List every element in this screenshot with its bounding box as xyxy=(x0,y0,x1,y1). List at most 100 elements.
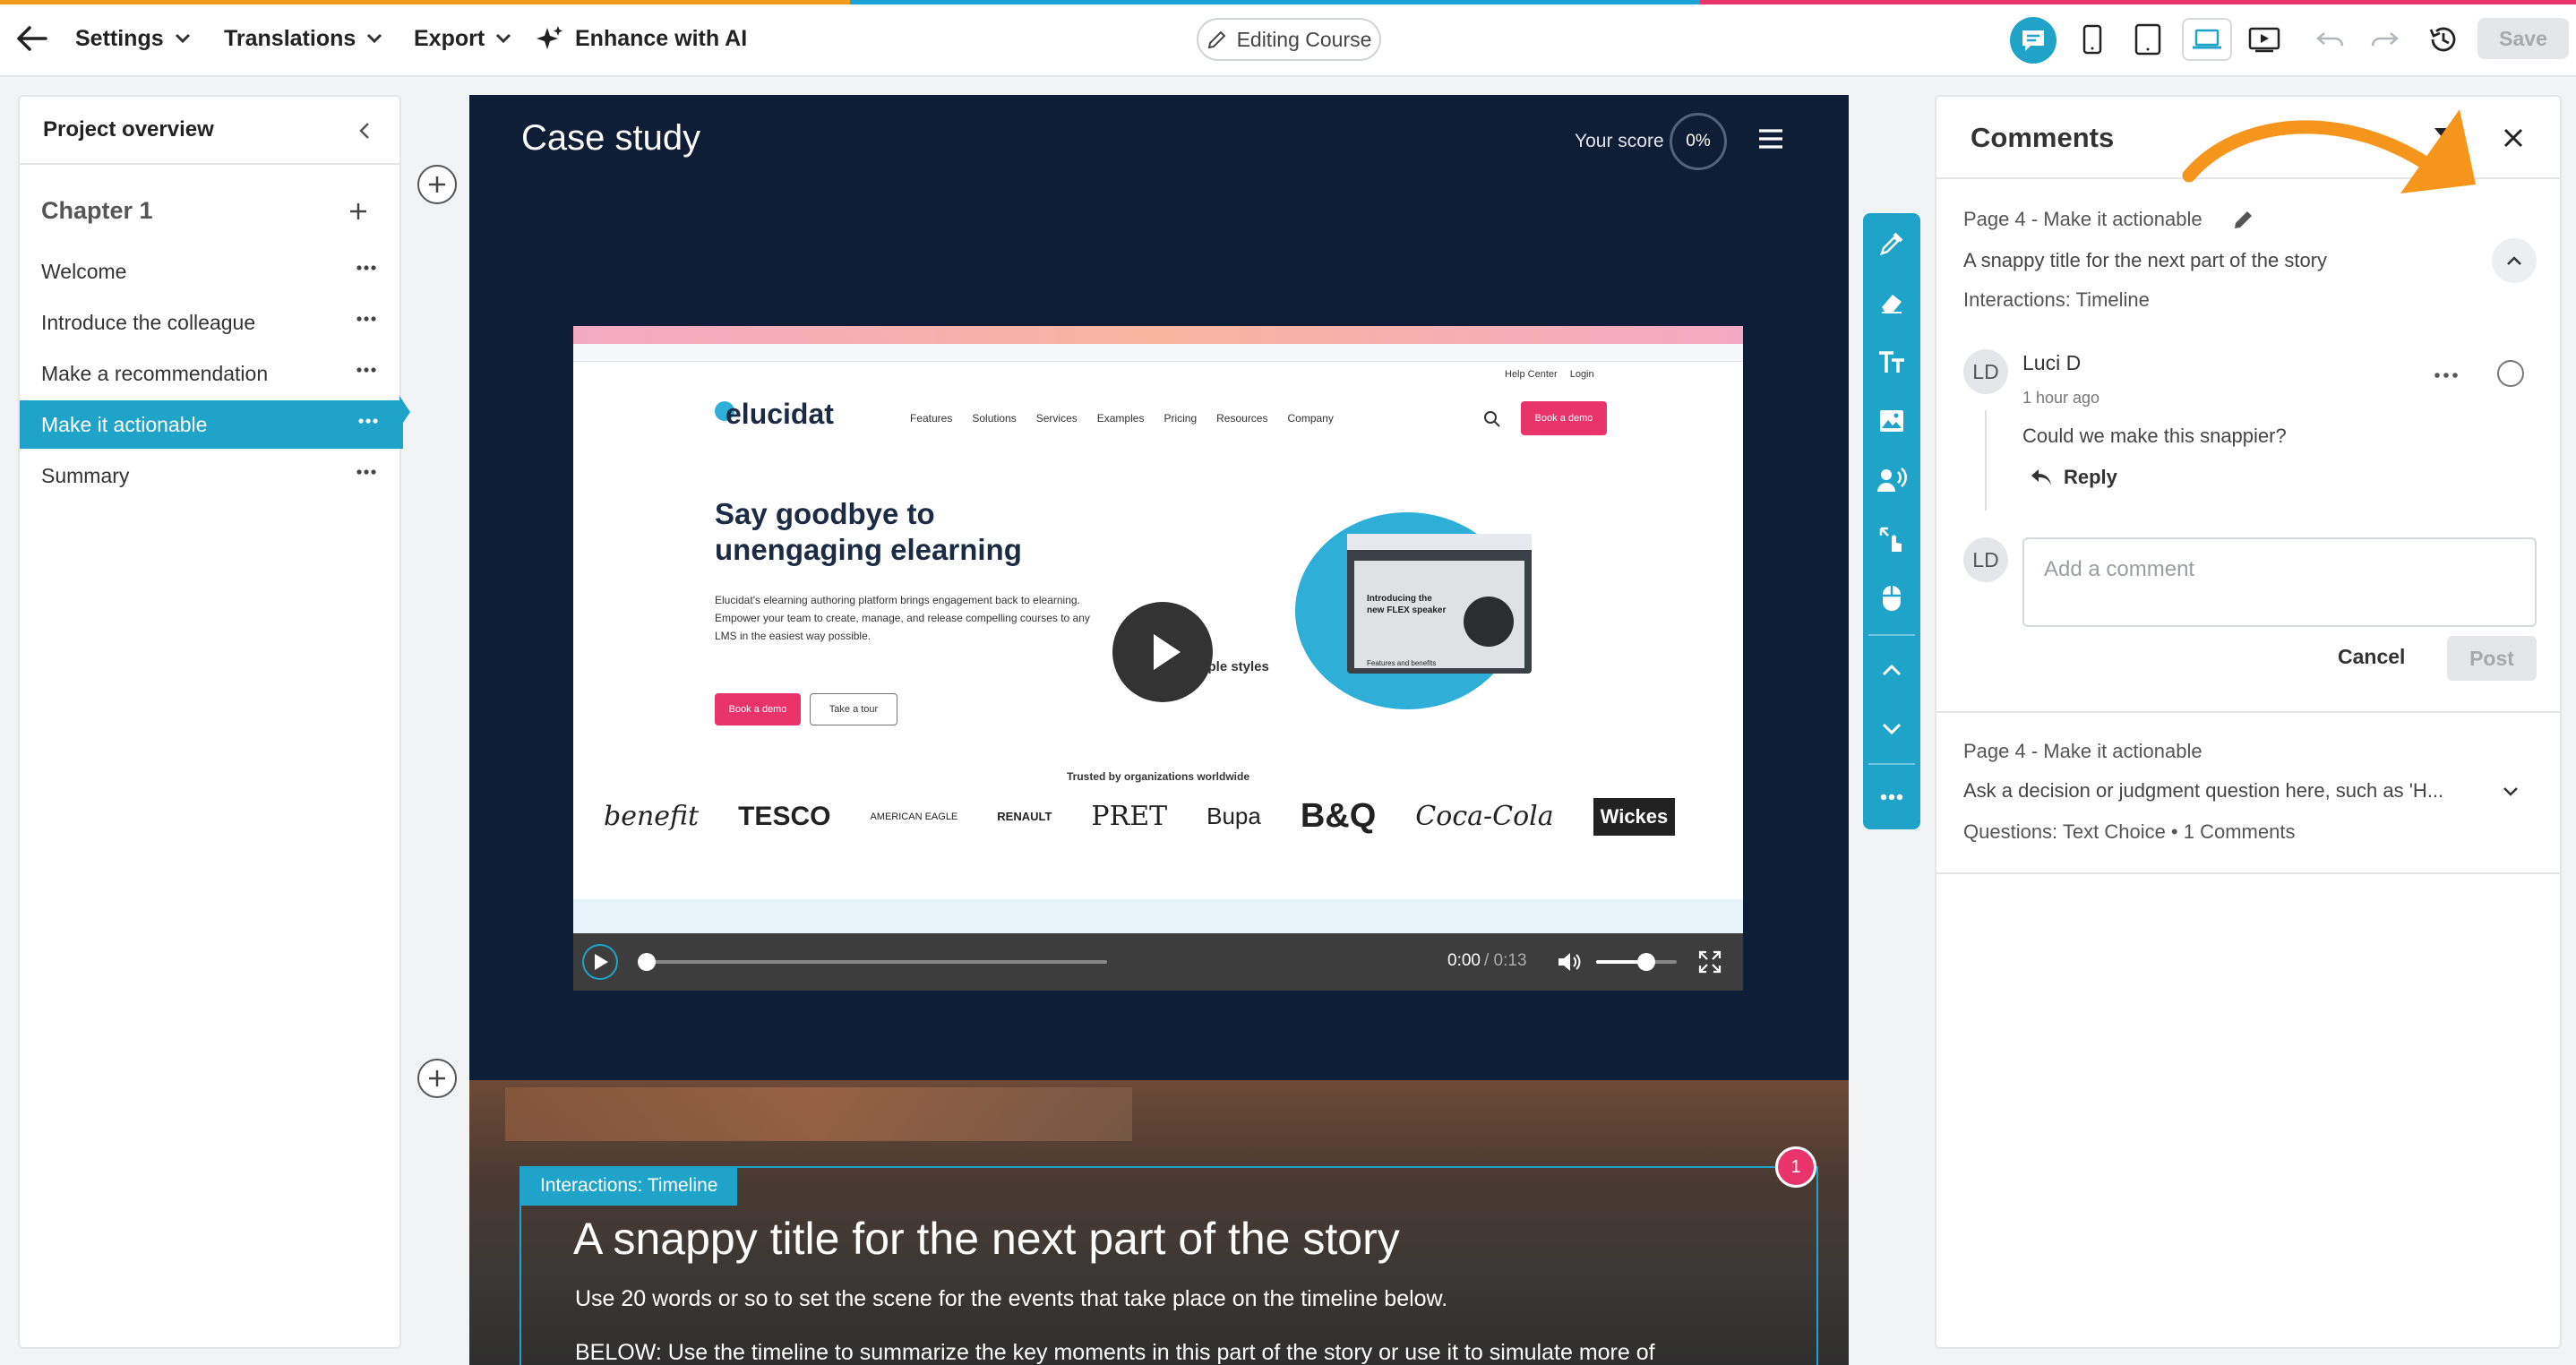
fullscreen-icon[interactable] xyxy=(1698,950,1722,974)
page-item-make-it-actionable[interactable]: Make it actionable xyxy=(20,400,403,449)
thread-divider xyxy=(1936,872,2560,874)
resolve-comment-toggle[interactable] xyxy=(2497,360,2524,387)
comments-toggle-button[interactable] xyxy=(2010,17,2057,64)
site-search-icon xyxy=(1484,411,1500,427)
tablet-view-button[interactable] xyxy=(2126,18,2169,61)
add-block-button[interactable] xyxy=(417,1059,457,1098)
post-button[interactable]: Post xyxy=(2447,636,2537,681)
tablet-icon xyxy=(2134,23,2161,56)
mouse-icon xyxy=(1883,586,1901,611)
site-logo: elucidat xyxy=(726,398,834,430)
more-tools-button[interactable] xyxy=(1863,770,1920,824)
site-take-tour: Take a tour xyxy=(810,693,897,725)
mobile-view-button[interactable] xyxy=(2071,18,2114,61)
section-body[interactable]: BELOW: Use the timeline to summarize the… xyxy=(575,1340,1655,1365)
interaction-tool-button[interactable] xyxy=(1863,512,1920,566)
redo-button[interactable] xyxy=(2363,18,2406,61)
page-item-label: Welcome xyxy=(41,259,127,283)
score-label: Your score xyxy=(1575,131,1664,151)
more-options-icon[interactable] xyxy=(356,316,376,322)
annotation-arrow xyxy=(2182,109,2476,193)
more-options-icon[interactable] xyxy=(2434,373,2458,378)
move-up-button[interactable] xyxy=(1863,643,1920,697)
comment-author: Luci D xyxy=(2022,351,2082,374)
undo-button[interactable] xyxy=(2309,18,2352,61)
play-screen-icon xyxy=(2248,27,2280,53)
image-icon xyxy=(1880,410,1903,432)
undo-icon xyxy=(2316,32,2344,47)
video-time: 0:00 / 0:13 xyxy=(1447,951,1527,971)
more-options-icon[interactable] xyxy=(356,265,376,270)
page-item-label: Summary xyxy=(41,463,130,487)
edit-tool-button[interactable] xyxy=(1863,217,1920,270)
comments-title: Comments xyxy=(1971,122,2115,153)
video-player[interactable]: Help Center Login elucidat Features Solu… xyxy=(573,326,1743,991)
video-play-overlay[interactable] xyxy=(1112,602,1213,702)
comment-count-badge[interactable]: 1 xyxy=(1775,1146,1816,1188)
add-comment-field[interactable]: Add a comment xyxy=(2022,537,2537,627)
chapter-title[interactable]: Chapter 1 xyxy=(41,197,153,225)
promo-card-line: Introducing the xyxy=(1367,594,1432,604)
editing-mode-pill[interactable]: Editing Course xyxy=(1197,18,1381,61)
save-button[interactable]: Save xyxy=(2477,18,2569,59)
preview-button[interactable] xyxy=(2243,18,2286,61)
site-headline-line: Say goodbye to xyxy=(715,497,935,530)
site-promo-card: Introducing the new FLEX speaker Feature… xyxy=(1347,534,1532,674)
cancel-button[interactable]: Cancel xyxy=(2338,645,2405,669)
reply-arrow-icon xyxy=(2031,469,2051,485)
more-options-icon[interactable] xyxy=(356,367,376,373)
page-item-introduce-the-colleague[interactable]: Introduce the colleague xyxy=(20,298,401,347)
comment-time: 1 hour ago xyxy=(2022,389,2100,407)
redo-icon xyxy=(2371,32,2399,47)
top-color-stripe xyxy=(0,0,2576,4)
export-menu[interactable]: Export xyxy=(414,20,511,57)
background-beam xyxy=(505,1087,1132,1141)
add-page-button[interactable] xyxy=(348,201,369,222)
add-block-button[interactable] xyxy=(417,165,457,204)
chevron-down-icon[interactable] xyxy=(2503,786,2519,797)
settings-menu[interactable]: Settings xyxy=(75,20,191,57)
move-down-button[interactable] xyxy=(1863,702,1920,756)
course-menu-button[interactable] xyxy=(1757,127,1784,150)
enhance-ai-button[interactable]: Enhance with AI xyxy=(536,20,747,57)
site-nav-item: Features xyxy=(910,412,953,425)
reply-button[interactable]: Reply xyxy=(2030,466,2117,489)
toolbar-divider xyxy=(1868,634,1915,636)
video-progress-handle[interactable] xyxy=(638,953,656,971)
translations-menu[interactable]: Translations xyxy=(224,20,382,57)
audio-tool-button[interactable] xyxy=(1863,453,1920,507)
image-tool-button[interactable] xyxy=(1863,394,1920,448)
volume-icon[interactable] xyxy=(1557,950,1582,974)
chevron-down-icon xyxy=(175,33,190,44)
mobile-icon xyxy=(2082,24,2102,55)
volume-handle[interactable] xyxy=(1637,953,1655,971)
site-nav-item: Company xyxy=(1287,412,1334,425)
more-options-icon[interactable] xyxy=(356,469,376,475)
history-button[interactable] xyxy=(2422,18,2465,61)
video-progress-track[interactable] xyxy=(645,960,1107,964)
video-controls: 0:00 / 0:13 xyxy=(573,933,1743,991)
text-tool-button[interactable] xyxy=(1863,335,1920,389)
style-tool-button[interactable] xyxy=(1863,276,1920,330)
page-item-welcome[interactable]: Welcome xyxy=(20,247,401,296)
more-options-icon[interactable] xyxy=(358,418,378,424)
timeline-block[interactable]: Interactions: Timeline 1 A snappy title … xyxy=(469,1080,1849,1365)
section-title[interactable]: A snappy title for the next part of the … xyxy=(573,1213,1400,1265)
page-item-summary[interactable]: Summary xyxy=(20,451,401,500)
video-play-button[interactable] xyxy=(582,944,618,980)
brand-logo: PRET xyxy=(1091,801,1168,832)
component-type-tag[interactable]: Interactions: Timeline xyxy=(520,1166,738,1206)
course-canvas: Case study Your score 0% Help Center Log… xyxy=(469,95,1849,1080)
export-label: Export xyxy=(414,25,485,51)
active-page-pointer xyxy=(399,396,410,428)
page-item-make-a-recommendation[interactable]: Make a recommendation xyxy=(20,349,401,398)
collapse-panel-button[interactable] xyxy=(358,122,371,140)
click-tool-button[interactable] xyxy=(1863,571,1920,625)
site-body-line: LMS in the easiest way possible. xyxy=(715,630,872,642)
desktop-view-button[interactable] xyxy=(2182,18,2232,61)
chevron-up-icon xyxy=(1882,664,1902,676)
plus-icon xyxy=(429,1070,445,1086)
chevron-down-icon xyxy=(1882,723,1902,735)
section-intro[interactable]: Use 20 words or so to set the scene for … xyxy=(575,1286,1447,1312)
back-arrow-icon[interactable] xyxy=(11,17,54,60)
